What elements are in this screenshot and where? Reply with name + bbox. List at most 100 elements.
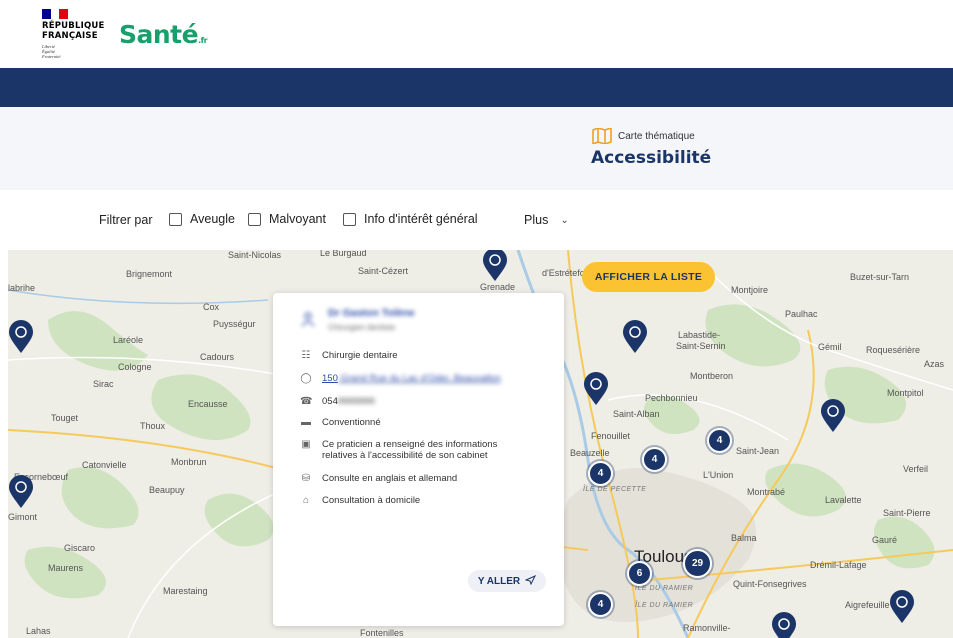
convention-row: ▬ Conventionné	[301, 417, 381, 428]
place-label: Pechbonnieu	[645, 393, 698, 403]
location-pin-icon[interactable]	[583, 372, 609, 406]
checkbox[interactable]	[169, 212, 182, 226]
republic-logo[interactable]: RÉPUBLIQUE FRANÇAISE Liberté Égalité Fra…	[42, 9, 112, 59]
cluster-marker[interactable]: 6	[627, 561, 652, 586]
place-label: Grenade	[480, 282, 516, 292]
filter-aveugle[interactable]: Aveugle	[169, 212, 235, 226]
activity-row: ☷ Chirurgie dentaire	[301, 350, 398, 361]
brand-logo[interactable]: Santé.fr	[119, 20, 208, 49]
location-pin-icon[interactable]	[820, 399, 846, 433]
place-label: Cadours	[200, 352, 235, 362]
place-label: Fontenilles	[360, 628, 404, 638]
more-filters-dropdown[interactable]: Plus ⌄	[524, 213, 569, 227]
place-label: Ramonville-	[683, 623, 731, 633]
theme-tag: Carte thématique	[592, 128, 695, 144]
location-pin-icon[interactable]	[889, 590, 915, 624]
place-label: Fenouillet	[591, 431, 631, 441]
place-label: ÎLE DU RAMIER	[635, 602, 694, 609]
place-label: Aigrefeuille	[845, 600, 890, 610]
place-label: Le Burgaud	[320, 250, 367, 258]
place-label: Thoux	[140, 421, 166, 431]
cluster-marker[interactable]: 4	[707, 428, 732, 453]
location-pin-icon[interactable]	[771, 612, 797, 638]
place-label: Gauré	[872, 535, 898, 545]
page-title: Accessibilité	[591, 148, 712, 168]
place-label: Montpitol	[887, 388, 924, 398]
place-label: Azas	[924, 359, 945, 369]
accessibility-icon: ▣	[301, 439, 311, 450]
place-label: Lahas	[26, 626, 51, 636]
place-label: Roquesérière	[866, 345, 921, 355]
phone-icon: ☎	[300, 396, 313, 407]
place-label: Monbrun	[171, 457, 207, 467]
practitioner-name[interactable]: Dr Gaston Tolène	[328, 307, 415, 319]
place-label: Saint-Pierre	[883, 508, 931, 518]
place-label: Buzet-sur-Tarn	[850, 272, 910, 282]
place-label: Verfeil	[903, 464, 929, 474]
place-label: Paulhac	[785, 309, 818, 319]
cluster-marker[interactable]: 4	[588, 461, 613, 486]
place-label: Beaupuy	[149, 485, 185, 495]
republic-name: RÉPUBLIQUE FRANÇAISE	[42, 21, 105, 41]
theme-banner: Carte thématique Accessibilité	[0, 107, 953, 190]
place-label: Montrabé	[747, 487, 786, 497]
place-label: Marestaing	[163, 586, 208, 596]
filter-info-interet-general[interactable]: Info d'intérêt général	[343, 212, 478, 226]
place-label: Lavalette	[825, 495, 862, 505]
place-label: L'Union	[703, 470, 734, 480]
show-list-button[interactable]: AFFICHER LA LISTE	[582, 262, 715, 292]
checkbox[interactable]	[343, 212, 356, 226]
tooth-icon: ☷	[301, 350, 311, 361]
place-label: labrihe	[8, 283, 36, 293]
theme-tag-label: Carte thématique	[618, 130, 695, 142]
home-visit-row: ⌂ Consultation à domicile	[300, 495, 420, 506]
checkbox[interactable]	[248, 212, 261, 226]
place-label: Catonvielle	[82, 460, 127, 470]
practitioner-card: Dr Gaston Tolène Chirurgien dentiste ☷ C…	[273, 293, 564, 626]
practitioner-specialty: Chirurgien dentiste	[328, 323, 396, 332]
place-label: Montberon	[690, 371, 734, 381]
cluster-marker[interactable]: 29	[683, 549, 712, 578]
filter-label: Filtrer par	[99, 213, 153, 227]
place-label: Labastide-	[678, 330, 721, 340]
place-label: Saint-Nicolas	[228, 250, 282, 260]
map-icon	[592, 128, 612, 144]
speech-bubble-icon: ⛁	[301, 473, 311, 484]
site-header: RÉPUBLIQUE FRANÇAISE Liberté Égalité Fra…	[0, 0, 953, 68]
place-label: Saint-Sernin	[676, 341, 726, 351]
place-label: Cologne	[118, 362, 152, 372]
place-label: Maurens	[48, 563, 84, 573]
home-icon: ⌂	[302, 495, 310, 506]
phone-row: ☎ 0540000000	[300, 396, 375, 407]
cluster-marker[interactable]: 4	[642, 447, 667, 472]
place-label: Saint-Jean	[736, 446, 780, 456]
card-icon: ▬	[301, 417, 311, 428]
go-button[interactable]: Y ALLER	[468, 570, 546, 592]
filter-bar: Filtrer par Aveugle Malvoyant Info d'int…	[0, 190, 953, 250]
location-icon: ◯	[300, 373, 312, 384]
address-row: ◯ 150 Grand Rue du Lac d'Oder, Beauvallo…	[300, 373, 501, 384]
languages-row: ⛁ Consulte en anglais et allemand	[301, 473, 458, 484]
flag-icon	[42, 9, 69, 19]
republic-motto: Liberté Égalité Fraternité	[42, 44, 61, 59]
place-label: Sirac	[93, 379, 114, 389]
navigation-bar	[0, 68, 953, 107]
cluster-marker[interactable]: 4	[588, 592, 613, 617]
place-label: Drémil-Lafage	[810, 560, 867, 570]
filter-malvoyant[interactable]: Malvoyant	[248, 212, 326, 226]
phone-number[interactable]: 0540000000	[322, 396, 375, 407]
practitioner-icon	[300, 311, 316, 327]
place-label: Gémil	[818, 342, 842, 352]
place-label: Cox	[203, 302, 220, 312]
address-link[interactable]: 150 Grand Rue du Lac d'Oder, Beauvallon	[322, 373, 501, 384]
location-pin-icon[interactable]	[8, 320, 34, 354]
place-label: Encausse	[188, 399, 228, 409]
place-label: Gimont	[8, 512, 38, 522]
place-label: Giscaro	[64, 543, 96, 553]
location-pin-icon[interactable]	[482, 250, 508, 282]
place-label: Beauzelle	[570, 448, 610, 458]
location-pin-icon[interactable]	[622, 320, 648, 354]
place-label: Saint-Alban	[613, 409, 660, 419]
place-label: Puysségur	[213, 319, 256, 329]
location-pin-icon[interactable]	[8, 475, 34, 509]
